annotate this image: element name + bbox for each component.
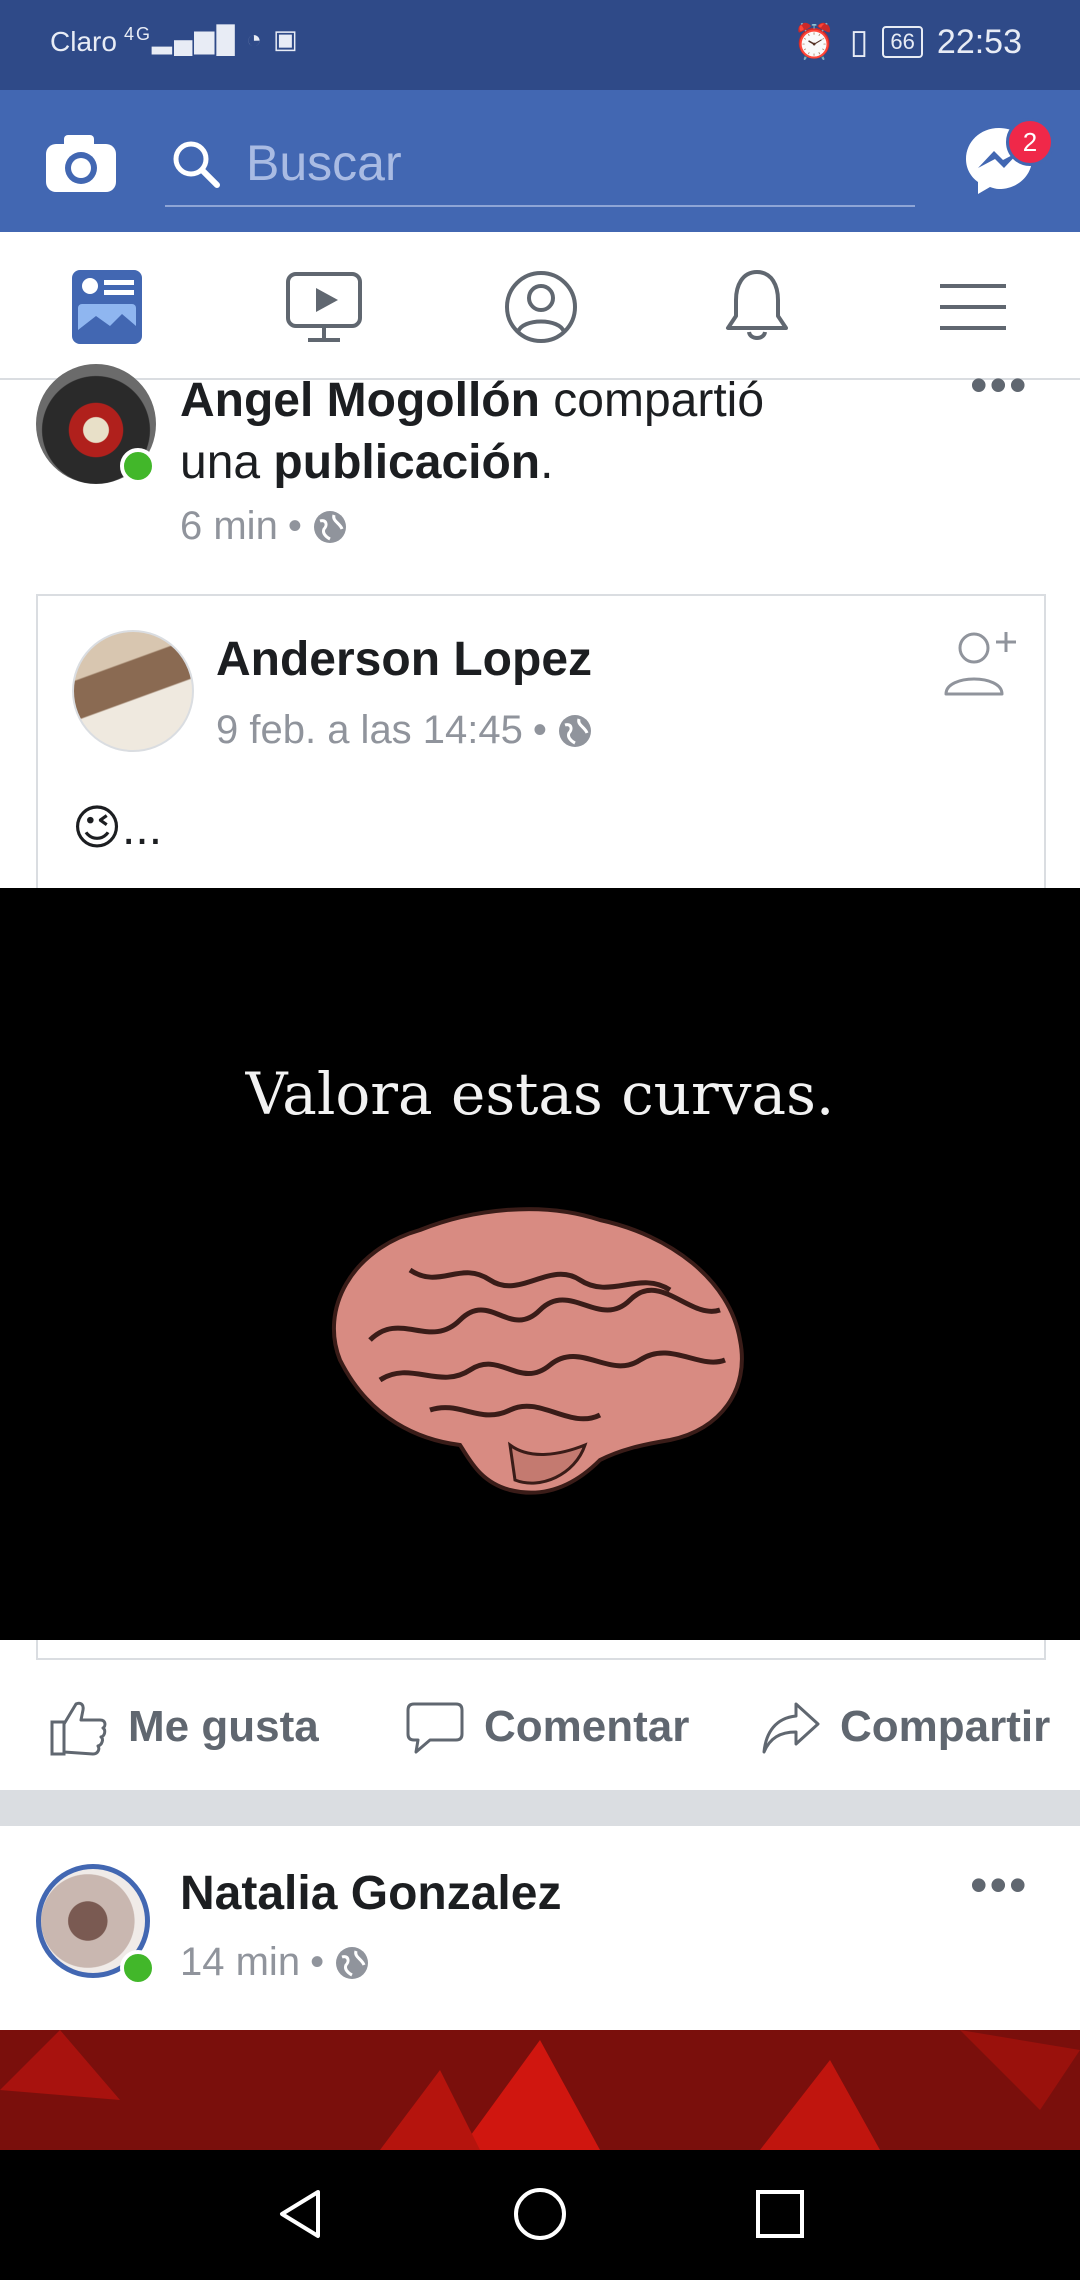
meta-separator: •	[310, 1940, 325, 1984]
messenger-badge: 2	[1006, 118, 1054, 166]
publication-link[interactable]: publicación	[273, 436, 540, 489]
post-meta: 6 min •	[180, 504, 348, 549]
tab-profile[interactable]	[496, 262, 586, 352]
battery-icon: 66	[882, 26, 923, 58]
clock: 22:53	[936, 22, 1022, 61]
like-label: Me gusta	[128, 1702, 319, 1751]
post-card	[0, 1826, 1080, 2030]
tab-watch[interactable]	[280, 262, 370, 352]
video-icon	[286, 272, 362, 342]
globe-icon	[313, 510, 346, 543]
shared-post-text: 😉...	[72, 802, 163, 855]
camera-icon[interactable]	[44, 132, 118, 194]
recents-icon[interactable]	[752, 2186, 808, 2247]
status-bar: Claro 4G▂▄▆█ ◔ ▣ ⏰ ▯ 66 22:53	[0, 0, 1080, 90]
back-icon[interactable]	[272, 2186, 328, 2247]
hamburger-icon	[940, 284, 1006, 330]
status-right: ⏰ ▯ 66 22:53	[793, 22, 1022, 62]
post-actions: Me gusta Comentar Compartir	[0, 1668, 1080, 1790]
vibrate-icon: ▯	[849, 23, 869, 61]
tab-news-feed[interactable]	[64, 262, 154, 352]
more-options-icon[interactable]: •••	[970, 1856, 1029, 1914]
feed-separator	[0, 1790, 1080, 1826]
profile-icon	[505, 271, 577, 343]
signal-icon: 4G▂▄▆█ ◔ ▣	[124, 24, 300, 54]
shared-meta: 9 feb. a las 14:45 •	[216, 708, 593, 753]
carrier-label: Claro	[50, 26, 117, 57]
online-indicator	[120, 1950, 156, 1986]
search-underline	[165, 205, 915, 207]
shared-avatar[interactable]	[72, 630, 194, 752]
comment-icon	[406, 1702, 464, 1754]
meta-separator: •	[532, 708, 547, 752]
tab-bar	[0, 232, 1080, 380]
tab-notifications[interactable]	[712, 262, 802, 352]
author-name[interactable]: Natalia Gonzalez	[180, 1866, 561, 1921]
add-friend-icon[interactable]	[940, 624, 1020, 700]
share-icon	[762, 1702, 820, 1754]
share-button[interactable]: Compartir	[760, 1696, 1050, 1758]
globe-icon	[558, 714, 591, 747]
alarm-icon: ⏰	[793, 23, 836, 61]
search-input[interactable]: Buscar	[246, 134, 402, 192]
post-header-text: Angel Mogollón compartió una publicación…	[180, 370, 900, 494]
more-options-icon[interactable]: •••	[970, 356, 1029, 414]
home-icon[interactable]	[512, 2186, 568, 2247]
post-meta: 14 min •	[180, 1940, 370, 1985]
shared-author-name[interactable]: Anderson Lopez	[216, 632, 592, 687]
shared-action-text: compartió	[539, 374, 765, 427]
like-button[interactable]: Me gusta	[48, 1696, 319, 1758]
comment-label: Comentar	[484, 1702, 690, 1751]
image-caption: Valora estas curvas.	[245, 1060, 835, 1128]
shared-action-prefix: una	[180, 436, 274, 489]
globe-icon	[336, 1946, 369, 1979]
network-type: 4G	[124, 24, 153, 44]
brain-illustration	[310, 1190, 760, 1520]
search-icon[interactable]	[170, 138, 222, 190]
shared-time[interactable]: 9 feb. a las 14:45	[216, 708, 523, 753]
tab-menu[interactable]	[928, 262, 1018, 352]
post-time[interactable]: 14 min	[180, 1940, 300, 1985]
post-time[interactable]: 6 min	[180, 504, 278, 549]
system-nav-bar	[0, 2150, 1080, 2280]
post-image[interactable]	[0, 2030, 1080, 2150]
meta-separator: •	[287, 504, 302, 548]
bell-icon	[726, 270, 788, 340]
thumbs-up-icon	[50, 1701, 107, 1756]
shared-action-suffix: .	[540, 436, 554, 489]
share-label: Compartir	[840, 1702, 1051, 1751]
online-indicator	[120, 448, 156, 484]
news-feed-icon	[72, 270, 142, 344]
author-name[interactable]: Angel Mogollón	[180, 374, 540, 427]
app-header	[0, 90, 1080, 232]
comment-button[interactable]: Comentar	[404, 1696, 689, 1758]
